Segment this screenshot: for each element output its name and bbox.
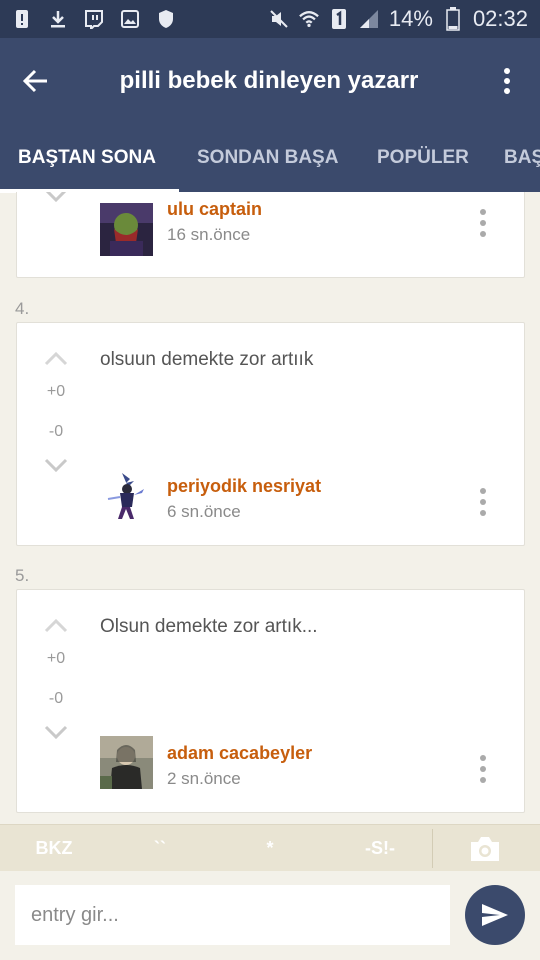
twitch-icon	[84, 9, 104, 29]
toolbar-divider	[432, 829, 433, 868]
status-bar: 14% 02:32	[0, 0, 540, 38]
chevron-up-icon	[44, 619, 68, 633]
signal-icon	[359, 9, 379, 29]
upvote-count: +0	[46, 650, 66, 667]
chevron-up-icon	[44, 352, 68, 366]
tab-bas[interactable]: BAŞ	[504, 124, 540, 192]
entry-number: 5.	[15, 566, 30, 585]
entry-card: +0 -0 olsuun demekte zor artıık periyodi…	[16, 322, 525, 546]
entry-time: 16 sn.önce	[167, 225, 251, 244]
downvote-button[interactable]	[41, 455, 71, 475]
bkz-button[interactable]: BKZ	[14, 825, 94, 872]
upvote-button[interactable]	[41, 349, 71, 369]
clock: 02:32	[472, 6, 528, 31]
entry-more-button[interactable]	[473, 486, 493, 518]
downvote-count: -0	[48, 423, 64, 440]
entry-more-button[interactable]	[473, 753, 493, 785]
entry-text: Olsun demekte zor artık...	[100, 616, 318, 637]
author-link[interactable]: ulu captain	[167, 199, 262, 220]
battery-percent: 14%	[388, 6, 433, 31]
more-vertical-icon	[504, 68, 510, 94]
avatar[interactable]	[100, 469, 153, 522]
author-link[interactable]: periyodik nesriyat	[167, 476, 321, 497]
entry-input[interactable]	[15, 885, 450, 945]
author-link[interactable]: adam cacabeyler	[167, 743, 312, 764]
entry-text: olsuun demekte zor artıık	[100, 349, 314, 370]
tab-populer[interactable]: POPÜLER	[377, 124, 469, 192]
tab-sondan-basa[interactable]: SONDAN BAŞA	[197, 124, 338, 192]
downvote-button[interactable]	[41, 192, 71, 205]
avatar[interactable]	[100, 736, 153, 789]
page-title: pilli bebek dinleyen yazarr	[119, 67, 419, 94]
send-button[interactable]	[465, 885, 525, 945]
avatar[interactable]	[100, 203, 153, 256]
camera-button[interactable]	[466, 833, 504, 865]
upvote-count: +0	[46, 383, 66, 400]
entry-card: ulu captain 16 sn.önce	[16, 192, 525, 278]
star-button[interactable]: *	[240, 825, 300, 872]
overflow-menu-button[interactable]	[474, 38, 540, 124]
tab-bastan-sona[interactable]: BAŞTAN SONA	[18, 124, 156, 192]
entry-number: 4.	[15, 299, 30, 318]
formatting-toolbar: BKZ `` * -S!-	[0, 824, 540, 871]
downvote-button[interactable]	[41, 722, 71, 742]
upvote-button[interactable]	[41, 616, 71, 636]
battery-icon	[443, 7, 463, 31]
camera-icon	[471, 837, 499, 861]
chevron-down-icon	[45, 192, 67, 202]
entry-time: 2 sn.önce	[167, 769, 241, 788]
arrow-left-icon	[23, 69, 47, 93]
spoiler-button[interactable]: -S!-	[340, 825, 420, 872]
entry-more-button[interactable]	[473, 207, 493, 239]
download-icon	[48, 9, 68, 29]
mute-icon	[269, 9, 289, 29]
image-icon	[120, 9, 140, 29]
alert-icon	[12, 9, 32, 29]
sort-tabs: BAŞTAN SONA SONDAN BAŞA POPÜLER BAŞ	[0, 124, 540, 192]
composer	[0, 871, 540, 960]
app-bar: pilli bebek dinleyen yazarr	[0, 38, 540, 124]
backtick-button[interactable]: ``	[125, 825, 195, 872]
wifi-icon	[299, 9, 319, 29]
entry-time: 6 sn.önce	[167, 502, 241, 521]
send-icon	[482, 904, 508, 926]
entry-card: +0 -0 Olsun demekte zor artık... adam ca…	[16, 589, 525, 813]
downvote-count: -0	[48, 690, 64, 707]
entry-list[interactable]: ulu captain 16 sn.önce 4. +0 -0 olsuun d…	[0, 192, 540, 824]
shield-icon	[156, 9, 176, 29]
sim-1-icon	[329, 9, 349, 29]
back-button[interactable]	[0, 38, 72, 124]
chevron-down-icon	[44, 458, 68, 472]
chevron-down-icon	[44, 725, 68, 739]
